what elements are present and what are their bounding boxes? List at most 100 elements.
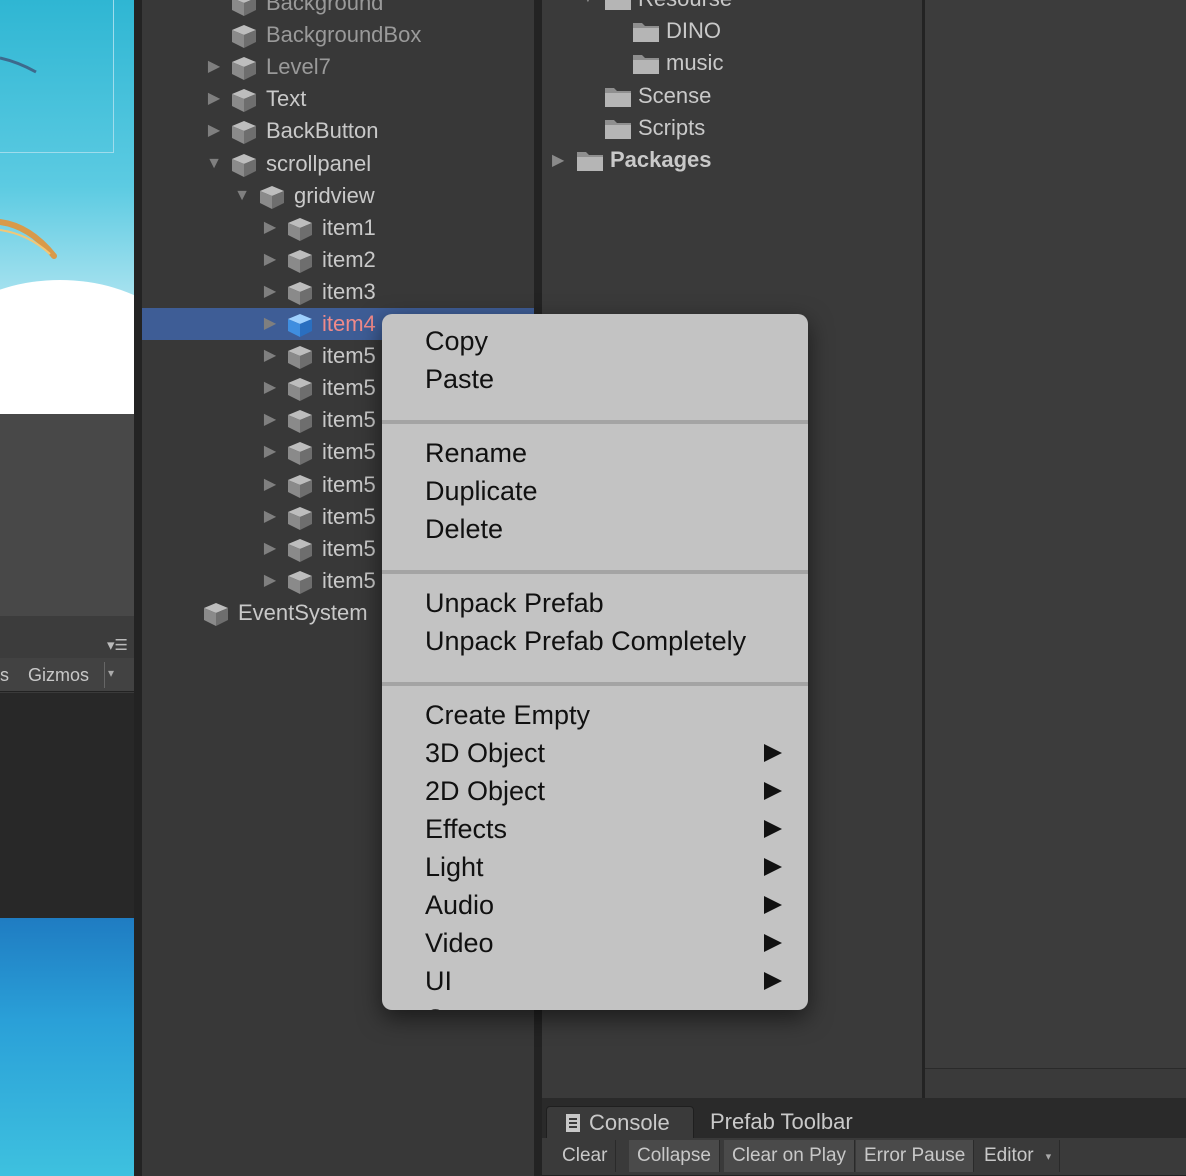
expand-arrow-icon[interactable]: ▼ [580,0,596,7]
hierarchy-item-label: item5 [322,503,376,529]
collapse-arrow-icon[interactable]: ▶ [262,316,278,332]
hierarchy-item-label: scrollpanel [266,150,372,176]
hierarchy-item-label: item5 [322,407,376,433]
menu-item-camera[interactable]: Camera [382,1000,808,1010]
menu-item-duplicate[interactable]: Duplicate [382,472,808,510]
collapse-arrow-icon[interactable]: ▶ [262,540,278,557]
hierarchy-item[interactable]: Background [142,0,534,19]
menu-item-ui[interactable]: UI [382,962,808,1000]
menu-item-video[interactable]: Video [382,924,808,962]
gameobject-cube-icon [286,376,314,402]
menu-item-2d-object[interactable]: 2D Object [382,772,808,810]
collapse-arrow-icon[interactable]: ▶ [206,91,222,107]
tab-console[interactable]: Console [546,1106,694,1138]
menu-item-copy[interactable]: Copy [382,322,808,360]
gameobject-cube-icon [286,473,314,499]
gameobject-cube-icon [230,87,258,113]
project-assets-pane[interactable] [925,0,1186,1068]
panel-divider[interactable] [134,0,142,1176]
menu-item-label: Paste [425,364,495,394]
project-folder-item[interactable]: DINO [542,15,922,47]
menu-item-unpack-prefab[interactable]: Unpack Prefab [382,584,808,622]
error-pause-toggle[interactable]: Error Pause [856,1140,975,1172]
gizmos-button[interactable]: Gizmos [28,665,89,686]
gameobject-cube-icon [286,537,314,563]
menu-item-audio[interactable]: Audio [382,886,808,924]
collapse-arrow-icon[interactable]: ▶ [206,123,222,139]
collapse-arrow-icon[interactable]: ▶ [262,508,278,525]
hierarchy-item-label: BackgroundBox [266,22,422,48]
gameobject-cube-icon [286,312,314,338]
panel-menu-icon[interactable]: ▾☰ [107,636,128,654]
hierarchy-item[interactable]: BackgroundBox [142,19,534,51]
collapse-arrow-icon[interactable]: ▶ [262,283,278,300]
toolbar-fragment-label[interactable]: s [0,665,9,686]
menu-item-label: Unpack Prefab Completely [425,626,747,656]
clear-button[interactable]: Clear [554,1140,617,1172]
dino-sprite-fragments [0,56,57,259]
collapse-arrow-icon[interactable]: ▶ [262,348,278,364]
collapse-arrow-icon[interactable]: ▶ [262,476,278,493]
hierarchy-item-label: gridview [294,182,375,208]
collapse-arrow-icon[interactable]: ▶ [552,150,564,170]
assets-footer-bar [925,1068,1186,1098]
menu-item-rename[interactable]: Rename [382,434,808,472]
collapse-toggle[interactable]: Collapse [629,1140,720,1172]
editor-dropdown[interactable]: Editor ▾ [976,1140,1061,1172]
hierarchy-item[interactable]: ▼ scrollpanel [142,148,534,180]
project-folder-item[interactable]: ▼ Resourse [542,0,922,15]
collapse-arrow-icon[interactable]: ▶ [262,412,278,428]
hierarchy-item[interactable]: ▶ item1 [142,212,534,244]
gameobject-cube-icon [286,216,314,242]
gameobject-cube-icon [286,440,314,466]
project-folder-label: Resourse [638,0,732,12]
project-folder-item[interactable]: music [542,47,922,79]
expand-arrow-icon[interactable]: ▼ [234,187,250,204]
menu-item-label: Delete [425,514,504,544]
hierarchy-item-label: item4 [322,311,376,336]
menu-item-paste[interactable]: Paste [382,360,808,398]
menu-item-unpack-prefab-completely[interactable]: Unpack Prefab Completely [382,622,808,660]
hierarchy-item[interactable]: ▶ Text [142,83,534,115]
menu-item-label: Audio [425,890,495,920]
collapse-arrow-icon[interactable]: ▶ [262,444,278,460]
project-folder-label: Scense [638,82,712,108]
project-folder-item[interactable]: Scripts [542,112,922,144]
submenu-arrow-icon [764,972,782,990]
hierarchy-item-label: Level7 [266,54,331,80]
scene-view[interactable] [0,0,134,616]
menu-item-3d-object[interactable]: 3D Object [382,734,808,772]
game-view-viewport[interactable] [0,693,134,918]
submenu-arrow-icon [764,934,782,952]
folder-icon [604,116,632,140]
game-view-header: ▾☰ [0,616,134,658]
collapse-arrow-icon[interactable]: ▶ [262,251,278,268]
hierarchy-item[interactable]: ▶ item2 [142,244,534,276]
tab-prefab-toolbar[interactable]: Prefab Toolbar [710,1106,853,1138]
gizmos-dropdown-icon[interactable]: ▾ [108,666,114,680]
chevron-down-icon: ▾ [1045,1150,1052,1163]
menu-item-effects[interactable]: Effects [382,810,808,848]
hierarchy-item[interactable]: ▶ Level7 [142,51,534,83]
scene-canvas[interactable] [0,0,134,480]
folder-icon [604,0,632,11]
menu-item-light[interactable]: Light [382,848,808,886]
menu-item-label: Effects [425,814,508,844]
project-folder-item[interactable]: Scense [542,80,922,112]
game-view-preview [0,918,134,1176]
hierarchy-item-label: item5 [322,567,376,593]
collapse-arrow-icon[interactable]: ▶ [262,219,278,236]
collapse-arrow-icon[interactable]: ▶ [262,380,278,396]
collapse-arrow-icon[interactable]: ▶ [206,59,222,75]
menu-item-label: Video [425,928,494,958]
collapse-arrow-icon[interactable]: ▶ [262,572,278,589]
folder-icon [632,19,660,43]
clear-on-play-toggle[interactable]: Clear on Play [724,1140,856,1172]
menu-item-create-empty[interactable]: Create Empty [382,696,808,734]
hierarchy-item[interactable]: ▼ gridview [142,180,534,212]
menu-item-delete[interactable]: Delete [382,510,808,548]
hierarchy-item[interactable]: ▶ item3 [142,276,534,308]
project-folder-item[interactable]: ▶ Packages [542,144,922,176]
expand-arrow-icon[interactable]: ▼ [206,155,222,172]
hierarchy-item[interactable]: ▶ BackButton [142,115,534,147]
